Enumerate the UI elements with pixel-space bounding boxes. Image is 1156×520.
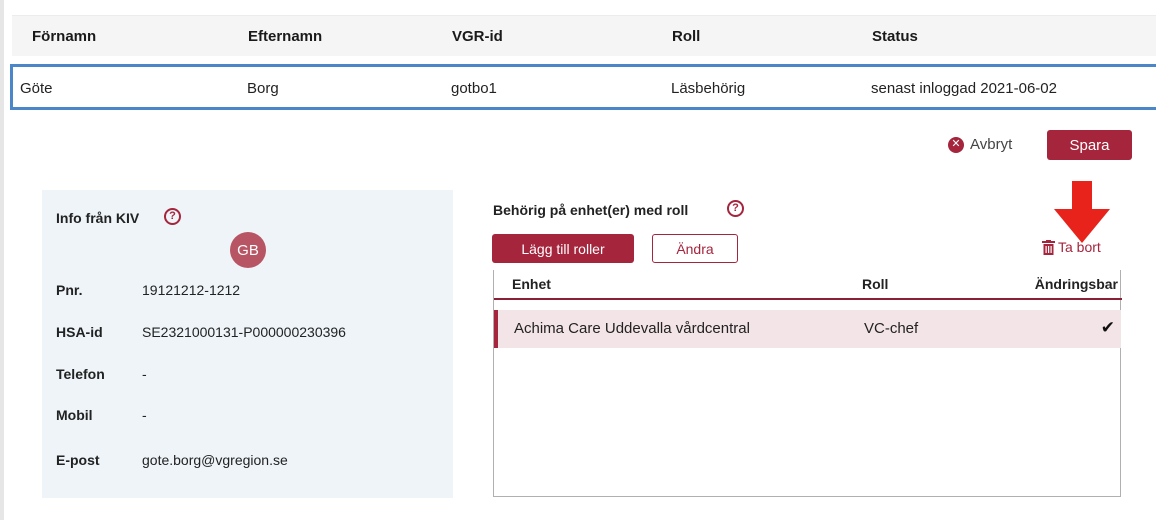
user-table-header: Förnamn Efternamn VGR-id Roll Status — [12, 15, 1156, 56]
email-label: E-post — [56, 452, 100, 468]
cell-status: senast inloggad 2021-06-02 — [871, 80, 1057, 97]
x-circle-icon: ✕ — [948, 136, 964, 153]
pnr-label: Pnr. — [56, 282, 83, 298]
header-last-name[interactable]: Efternamn — [248, 28, 322, 45]
left-border — [0, 0, 4, 520]
row-role: VC-chef — [864, 320, 919, 337]
cell-role: Läsbehörig — [671, 80, 746, 97]
phone-value: - — [142, 366, 147, 382]
red-down-arrow-icon — [1054, 181, 1110, 243]
cell-vgr-id: gotbo1 — [451, 80, 497, 97]
edit-button[interactable]: Ändra — [652, 234, 738, 263]
question-circle-icon[interactable]: ? — [164, 208, 181, 225]
roles-section-title: Behörig på enhet(er) med roll — [493, 202, 689, 218]
mobile-value: - — [142, 407, 147, 423]
phone-label: Telefon — [56, 366, 105, 382]
save-button[interactable]: Spara — [1047, 130, 1132, 160]
header-editable[interactable]: Ändringsbar — [1035, 276, 1118, 292]
roles-table: Enhet Roll Ändringsbar Achima Care Uddev… — [493, 270, 1122, 497]
header-role[interactable]: Roll — [862, 276, 888, 292]
cell-first-name: Göte — [20, 80, 53, 97]
header-role[interactable]: Roll — [672, 28, 700, 45]
header-unit[interactable]: Enhet — [512, 276, 551, 292]
roles-table-header: Enhet Roll Ändringsbar — [494, 270, 1122, 300]
email-value: gote.borg@vgregion.se — [142, 452, 288, 468]
mobile-label: Mobil — [56, 407, 93, 423]
hsa-id-value: SE2321000131-P000000230396 — [142, 324, 346, 340]
cancel-label: Avbryt — [970, 136, 1013, 153]
checkmark-icon: ✔ — [1100, 318, 1115, 337]
question-circle-icon[interactable]: ? — [727, 200, 744, 217]
cell-last-name: Borg — [247, 80, 279, 97]
selected-user-row[interactable]: Göte Borg gotbo1 Läsbehörig senast inlog… — [10, 64, 1156, 110]
table-row[interactable]: Achima Care Uddevalla vårdcentral VC-che… — [494, 310, 1121, 348]
avatar: GB — [230, 232, 266, 268]
pnr-value: 19121212-1212 — [142, 282, 241, 298]
add-roles-button[interactable]: Lägg till roller — [492, 234, 634, 263]
kiv-title: Info från KIV — [56, 210, 140, 226]
header-vgr-id[interactable]: VGR-id — [452, 28, 503, 45]
hsa-id-label: HSA-id — [56, 324, 103, 340]
header-first-name[interactable]: Förnamn — [32, 28, 96, 45]
row-unit: Achima Care Uddevalla vårdcentral — [514, 320, 750, 337]
cancel-button[interactable]: ✕ Avbryt — [948, 136, 1012, 153]
kiv-info-panel: Info från KIV ? GB Pnr. 19121212-1212 HS… — [42, 190, 453, 498]
header-status[interactable]: Status — [872, 28, 918, 45]
